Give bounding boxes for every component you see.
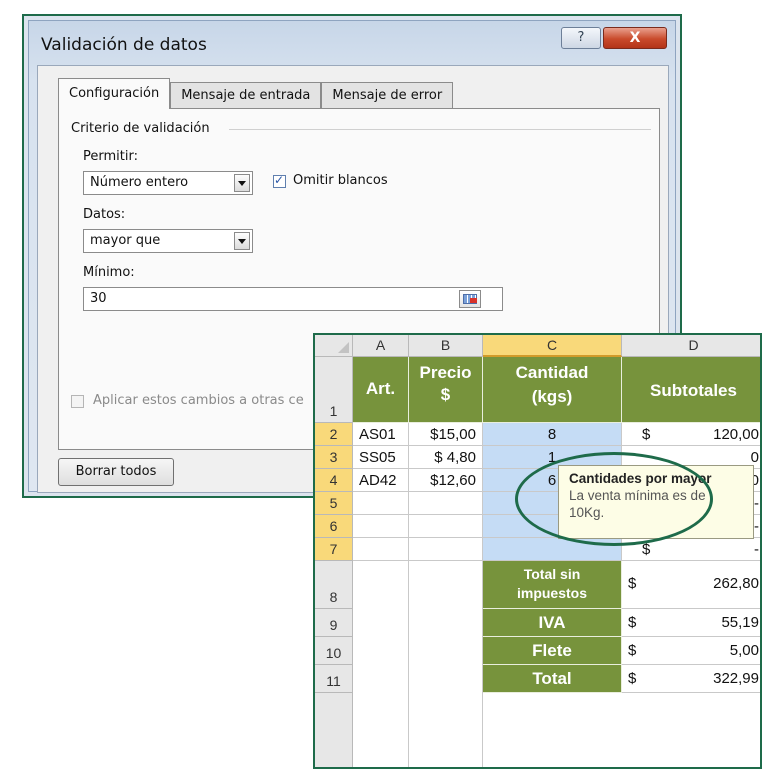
permitir-select[interactable]: Número entero	[83, 171, 253, 195]
dialog-title: Validación de datos	[41, 35, 207, 55]
column-header-a[interactable]: A	[353, 335, 409, 357]
cell-value: $12,60	[430, 472, 476, 489]
iva-value[interactable]: $ 55,19	[622, 609, 760, 637]
cell-art-row-6[interactable]	[353, 515, 409, 538]
minimo-input[interactable]: 30	[83, 287, 503, 311]
iva-label[interactable]: IVA	[483, 609, 622, 637]
cell-art-row-5[interactable]	[353, 492, 409, 515]
cell-value: 8	[547, 426, 557, 443]
validation-criteria-label: Criterio de validación	[71, 121, 216, 136]
apply-changes-checkbox[interactable]	[71, 395, 84, 408]
cell-value: SS05	[359, 449, 396, 466]
chevron-down-icon[interactable]	[234, 174, 250, 192]
minimo-label: Mínimo:	[83, 265, 135, 280]
cell-value: -	[754, 495, 759, 512]
column-header-d[interactable]: D	[622, 335, 760, 357]
row-header-4[interactable]: 4	[315, 469, 353, 492]
total-value[interactable]: $ 322,99	[622, 665, 760, 693]
header-precio[interactable]: Precio $	[409, 357, 483, 423]
cell-value: $15,00	[430, 426, 476, 443]
cell-value: 0	[750, 449, 759, 466]
cell-sub-row-2[interactable]: $120,00	[622, 423, 760, 446]
cell-value: $ 4,80	[434, 449, 476, 466]
highlight-ellipse	[515, 452, 713, 546]
header-subtotales[interactable]: Subtotales	[622, 357, 760, 423]
datos-value: mayor que	[90, 233, 161, 248]
tab-mensaje-error[interactable]: Mensaje de error	[321, 82, 454, 109]
empty-cell-a[interactable]	[353, 561, 409, 767]
column-header-b[interactable]: B	[409, 335, 483, 357]
flete-label[interactable]: Flete	[483, 637, 622, 665]
cell-value: AD42	[359, 472, 397, 489]
row-header-9[interactable]: 9	[315, 609, 353, 637]
cell-precio-row-6[interactable]	[409, 515, 483, 538]
cell-art-row-2[interactable]: AS01	[353, 423, 409, 446]
cell-art-row-4[interactable]: AD42	[353, 469, 409, 492]
range-select-icon[interactable]	[459, 290, 481, 308]
clear-all-button[interactable]: Borrar todos	[58, 458, 174, 486]
row-header-2[interactable]: 2	[315, 423, 353, 446]
chevron-down-icon[interactable]	[234, 232, 250, 250]
omitir-blancos-label[interactable]: Omitir blancos	[293, 173, 388, 188]
row-header-7[interactable]: 7	[315, 538, 353, 561]
apply-changes-label: Aplicar estos cambios a otras ce	[93, 393, 304, 408]
row-header-1[interactable]: 1	[315, 357, 353, 423]
cell-value: -	[754, 541, 759, 558]
total-sin-impuestos-value[interactable]: $ 262,80	[622, 561, 760, 609]
row-header-5[interactable]: 5	[315, 492, 353, 515]
close-button[interactable]: X	[603, 27, 667, 49]
tab-mensaje-entrada[interactable]: Mensaje de entrada	[170, 82, 322, 109]
cell-art-row-7[interactable]	[353, 538, 409, 561]
spreadsheet: A B C D 1 2 3 4 5 6 7 8 9 10 11 Art. Pre…	[313, 333, 762, 769]
cell-value: -	[754, 518, 759, 535]
select-all-corner[interactable]	[315, 335, 353, 357]
currency-symbol: $	[642, 426, 651, 443]
header-art[interactable]: Art.	[353, 357, 409, 423]
cell-precio-row-3[interactable]: $ 4,80	[409, 446, 483, 469]
total-label[interactable]: Total	[483, 665, 622, 693]
row-header-12[interactable]	[315, 693, 353, 767]
permitir-label: Permitir:	[83, 149, 138, 164]
cell-value: AS01	[359, 426, 396, 443]
cell-precio-row-5[interactable]	[409, 492, 483, 515]
row-header-3[interactable]: 3	[315, 446, 353, 469]
total-sin-impuestos-label[interactable]: Total sin impuestos	[483, 561, 622, 609]
omitir-blancos-checkbox[interactable]	[273, 173, 286, 188]
cell-precio-row-4[interactable]: $12,60	[409, 469, 483, 492]
header-cantidad[interactable]: Cantidad (kgs)	[483, 357, 622, 423]
row-header-10[interactable]: 10	[315, 637, 353, 665]
row-header-11[interactable]: 11	[315, 665, 353, 693]
flete-value[interactable]: $ 5,00	[622, 637, 760, 665]
datos-label: Datos:	[83, 207, 126, 222]
permitir-value: Número entero	[90, 175, 189, 190]
cell-precio-row-7[interactable]	[409, 538, 483, 561]
empty-cell-b[interactable]	[409, 561, 483, 767]
cell-cant-row-2[interactable]: 8	[483, 423, 622, 446]
row-header-8[interactable]: 8	[315, 561, 353, 609]
row-header-6[interactable]: 6	[315, 515, 353, 538]
help-button[interactable]: ?	[561, 27, 601, 49]
tab-configuracion[interactable]: Configuración	[58, 78, 171, 109]
cell-art-row-3[interactable]: SS05	[353, 446, 409, 469]
column-header-c[interactable]: C	[483, 335, 622, 357]
tab-strip: Configuración Mensaje de entrada Mensaje…	[58, 78, 454, 109]
cell-value: 120,00	[713, 426, 759, 443]
cell-precio-row-2[interactable]: $15,00	[409, 423, 483, 446]
group-divider	[229, 129, 651, 130]
datos-select[interactable]: mayor que	[83, 229, 253, 253]
